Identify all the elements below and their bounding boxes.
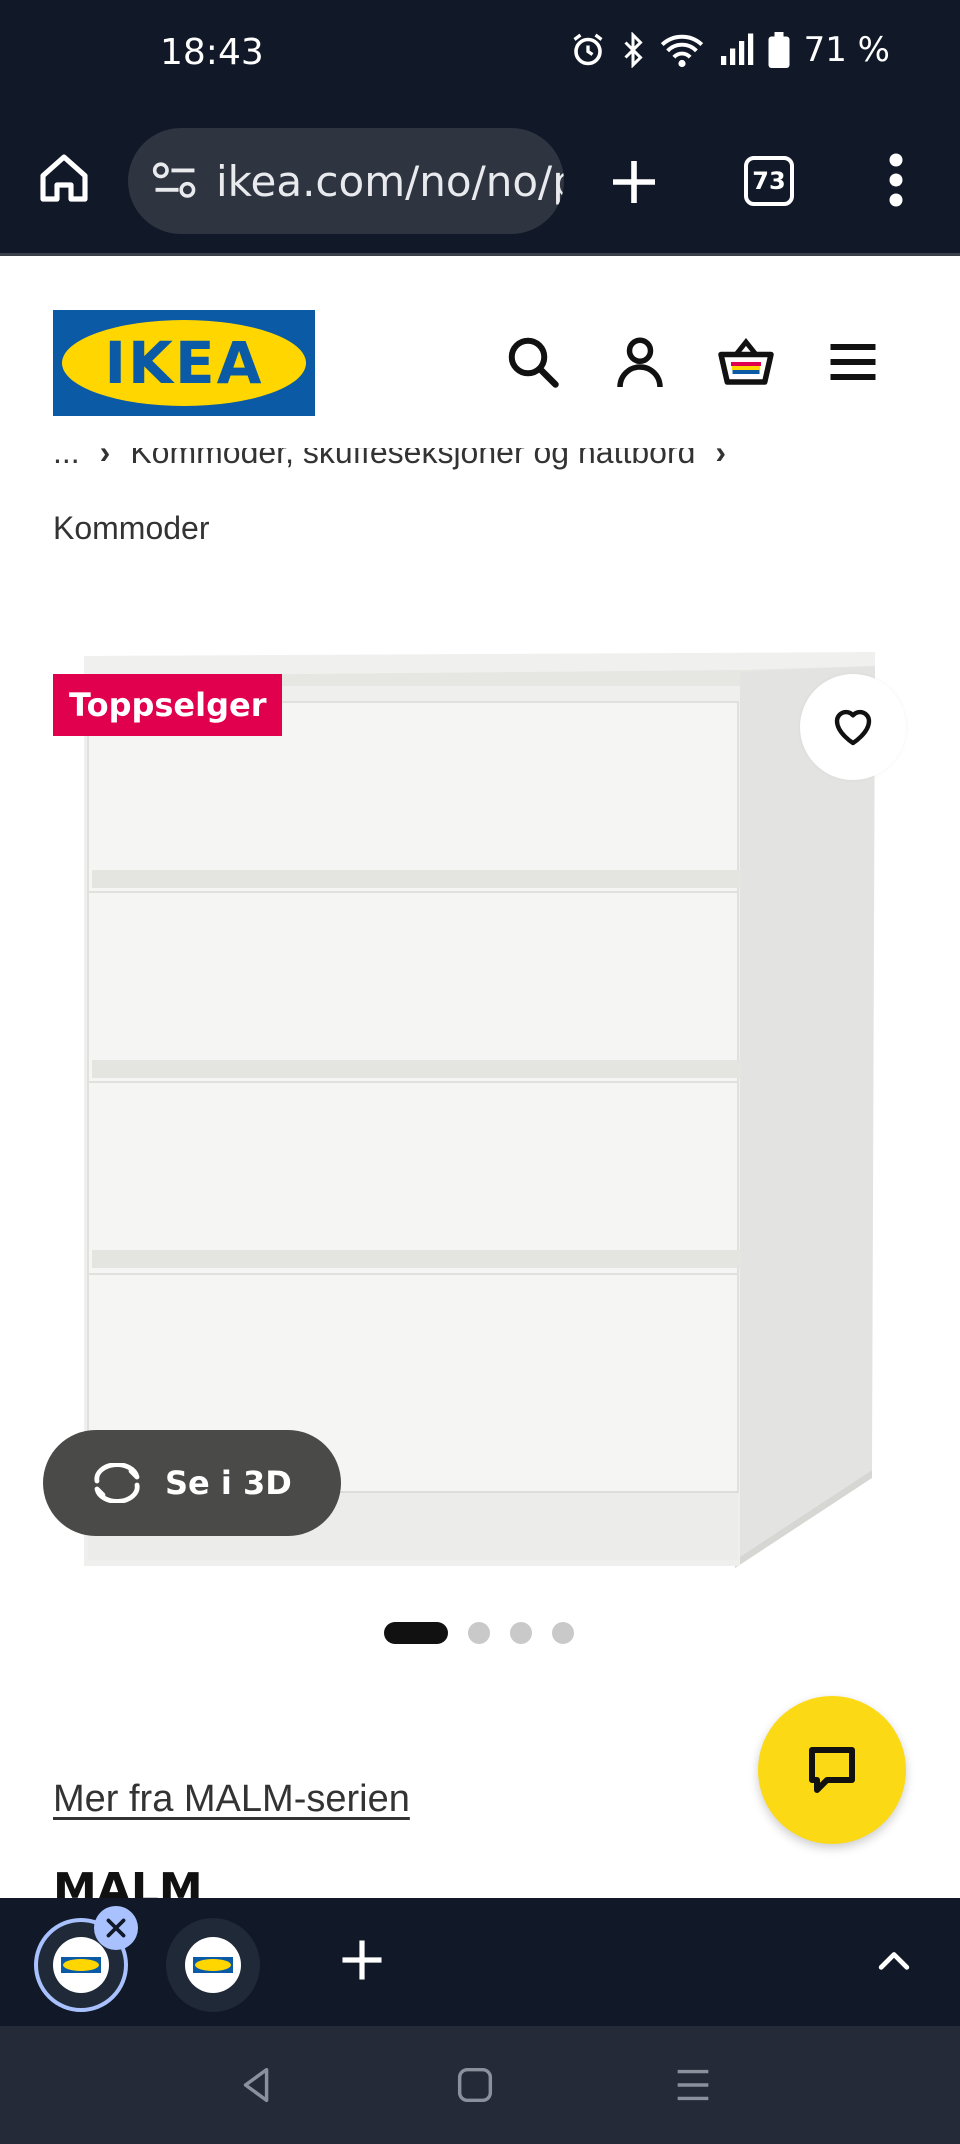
close-tab-button[interactable] — [94, 1906, 138, 1950]
breadcrumb-ellipsis[interactable]: ... — [53, 448, 80, 470]
series-link[interactable]: Mer fra MALM-serien — [53, 1778, 410, 1821]
carousel-dot[interactable] — [510, 1622, 532, 1644]
heart-icon — [834, 709, 872, 746]
system-navigation-bar — [0, 2026, 960, 2144]
view-in-3d-button[interactable]: Se i 3D — [43, 1430, 341, 1536]
alarm-icon — [573, 33, 603, 66]
battery-icon — [768, 32, 790, 68]
status-icons: 71 % — [570, 30, 890, 70]
address-bar[interactable]: ikea.com/no/no/p — [128, 128, 564, 234]
status-bar: 18:43 71 % — [0, 0, 960, 110]
browser-toolbar: ikea.com/no/no/p 73 — [0, 110, 960, 256]
cart-icon[interactable] — [716, 332, 776, 392]
ikea-logo[interactable]: IKEA — [53, 310, 315, 416]
site-settings-icon[interactable] — [152, 161, 198, 201]
status-time: 18:43 — [160, 32, 264, 73]
carousel-dot-active[interactable] — [384, 1622, 448, 1644]
tab-favicon — [53, 1937, 109, 1993]
tab-favicon — [185, 1937, 241, 1993]
breadcrumb-separator-icon: › — [99, 448, 111, 470]
back-icon[interactable] — [234, 2062, 280, 2108]
chat-icon — [809, 1747, 855, 1793]
ikea-favicon-icon — [61, 1957, 101, 1973]
home-nav-icon[interactable] — [452, 2062, 498, 2108]
chat-button[interactable] — [758, 1696, 906, 1844]
signal-icon — [720, 33, 753, 65]
more-options-icon[interactable] — [876, 150, 916, 210]
product-name: MALM — [53, 1864, 203, 1898]
wifi-icon — [660, 34, 703, 68]
top-seller-badge: Toppselger — [53, 674, 283, 736]
ikea-favicon-icon — [193, 1957, 233, 1973]
ikea-logo-text: IKEA — [104, 329, 264, 397]
carousel-dot[interactable] — [552, 1622, 574, 1644]
close-icon — [106, 1918, 126, 1938]
new-tab-icon[interactable] — [606, 154, 662, 210]
account-icon[interactable] — [610, 332, 670, 392]
view-in-3d-label: Se i 3D — [165, 1464, 292, 1502]
favorite-button[interactable] — [800, 674, 906, 780]
carousel-dot[interactable] — [468, 1622, 490, 1644]
recent-apps-icon[interactable] — [670, 2062, 716, 2108]
chevron-up-icon[interactable] — [872, 1938, 916, 1982]
hamburger-menu-icon[interactable] — [823, 332, 883, 392]
breadcrumb-parent-link[interactable]: Kommoder, skuffeseksjoner og nattbord — [130, 448, 695, 470]
rotate-3d-icon — [94, 1463, 140, 1503]
battery-level: 71 % — [803, 30, 890, 70]
breadcrumb: ... › Kommoder, skuffeseksjoner og nattbor… — [53, 448, 913, 486]
breadcrumb-current[interactable]: Kommoder — [53, 510, 210, 547]
breadcrumb-separator-icon: › — [715, 448, 727, 470]
tab-thumbnail[interactable] — [166, 1918, 260, 2012]
search-icon[interactable] — [503, 332, 563, 392]
url-text: ikea.com/no/no/p — [216, 156, 564, 206]
home-icon[interactable] — [36, 150, 92, 206]
tab-switcher-button[interactable]: 73 — [744, 156, 794, 206]
ikea-logo-ellipse: IKEA — [62, 320, 306, 406]
carousel-indicator — [384, 1622, 574, 1644]
tab-strip — [0, 1898, 960, 2026]
add-tab-icon[interactable] — [336, 1934, 388, 1986]
bluetooth-icon — [624, 32, 643, 68]
